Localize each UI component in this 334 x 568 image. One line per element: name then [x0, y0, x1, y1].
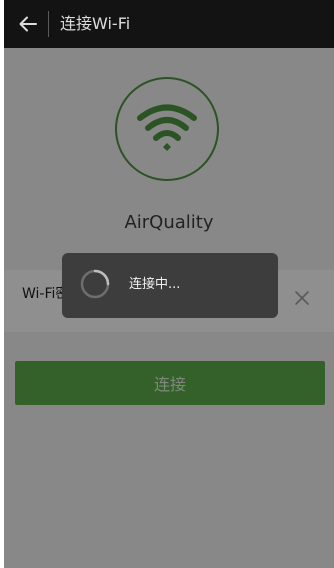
back-arrow-icon[interactable] [17, 13, 39, 35]
spinner-icon [80, 269, 110, 299]
top-bar: 连接Wi-Fi [4, 0, 334, 48]
app-screen: 连接Wi-Fi AirQuality Wi-Fi密码 连接 [4, 0, 334, 568]
page-title: 连接Wi-Fi [60, 14, 131, 33]
loading-text: 连接中... [129, 277, 181, 292]
loading-dialog: 连接中... [62, 253, 278, 318]
topbar-divider [48, 11, 49, 37]
